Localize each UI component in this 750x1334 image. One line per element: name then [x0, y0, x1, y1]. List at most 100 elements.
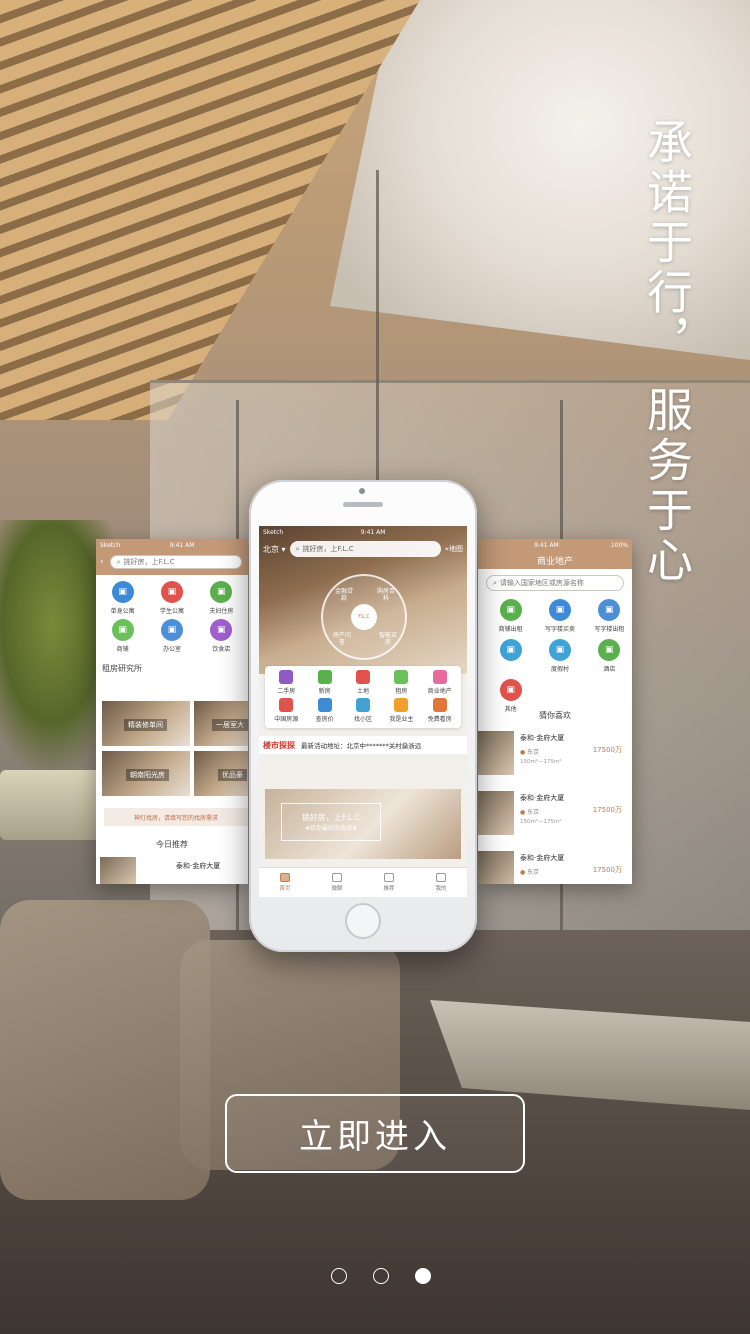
- tab-item[interactable]: 推荐: [363, 868, 415, 897]
- listing-photo: 优品豪: [194, 751, 248, 796]
- category-item[interactable]: ▣ 学生公寓: [149, 581, 194, 615]
- search-input: ⌕ 挑好房，上F.L.C: [109, 555, 242, 569]
- menu-icon: [432, 698, 447, 712]
- menu-icon: [394, 698, 409, 712]
- menu-item[interactable]: 二手房: [267, 670, 305, 696]
- city-selector[interactable]: 北京 ▾: [263, 544, 286, 555]
- menu-item[interactable]: 土地: [344, 670, 382, 696]
- ring-item[interactable]: 房产问答: [331, 632, 353, 646]
- search-input[interactable]: ⌕ 挑好房，上F.L.C: [289, 541, 442, 557]
- category-icon: ▣: [548, 599, 571, 621]
- menu-icon: [355, 670, 370, 684]
- battery-label: 100%: [610, 541, 628, 549]
- menu-item[interactable]: 中国房源: [267, 698, 305, 724]
- category-item[interactable]: ▣: [488, 639, 533, 673]
- category-item[interactable]: ▣ 商铺出租: [488, 599, 533, 633]
- tip-bar: 神灯找房，请填写您的找房需求: [104, 808, 248, 826]
- news-text: 最新活动地址：北京中*******关村燊浙远: [301, 742, 422, 750]
- menu-icon: [355, 698, 370, 712]
- tab-item[interactable]: 微聊: [311, 868, 363, 897]
- search-icon: ⌕: [493, 578, 497, 587]
- ring-item[interactable]: 智能买房: [377, 632, 399, 646]
- menu-item[interactable]: 商业地产: [421, 670, 459, 696]
- category-icon: ▣: [160, 619, 183, 641]
- category-icon: ▣: [499, 599, 522, 621]
- status-bar: Sketch 9:41 AM: [96, 539, 248, 551]
- status-bar: Sketch 9:41 AM: [263, 528, 386, 536]
- recommend-title: 今日推荐: [156, 840, 188, 849]
- category-icon: ▣: [499, 639, 522, 661]
- news-ticker[interactable]: 楼市探探 最新活动地址：北京中*******关村燊浙远: [259, 736, 467, 754]
- ring-item[interactable]: 金融贷款: [333, 588, 355, 602]
- logo: F.L.C: [351, 604, 377, 630]
- listing-item[interactable]: 泰和·金府大厦 ● 东京 150m²—175m² 17500万: [478, 727, 632, 779]
- category-item[interactable]: ▣ 写字楼出租: [587, 599, 632, 633]
- news-tag: 楼市探探: [263, 740, 295, 750]
- search-input: ⌕ 请输入国家地区或房源名称: [486, 575, 624, 591]
- listing-item[interactable]: 泰和·金府大厦 ● 东京 17500万: [478, 847, 632, 884]
- category-item[interactable]: ▣ 度假村: [537, 639, 582, 673]
- listing-thumb: [478, 731, 514, 775]
- left-preview-screen: Sketch 9:41 AM ‹ ⌕ 挑好房，上F.L.C ▣ 单身公寓 ▣ 学生公寓…: [96, 539, 248, 884]
- menu-item[interactable]: 找小区: [344, 698, 382, 724]
- menu-icon: [279, 698, 294, 712]
- listing-location: ● 东京: [520, 809, 540, 816]
- heart-icon: [384, 873, 394, 882]
- category-icon: ▣: [111, 619, 134, 641]
- menu-icon: [394, 670, 409, 684]
- status-time: 9:41 AM: [534, 541, 559, 549]
- listing-price: 17500万: [592, 806, 622, 814]
- section-title: 租房研究所: [102, 664, 142, 673]
- menu-icon: [279, 670, 294, 684]
- menu-item[interactable]: 租房: [382, 670, 420, 696]
- page-dot[interactable]: [415, 1268, 431, 1284]
- phone-screen: Sketch 9:41 AM 北京 ▾ ⌕ 挑好房，上F.L.C ⌖地图 F.L…: [259, 526, 467, 897]
- page-dot[interactable]: [331, 1268, 347, 1284]
- carrier-label: Sketch: [100, 541, 121, 549]
- guess-title: 猜你喜欢: [539, 711, 571, 720]
- search-icon: ⌕: [116, 557, 121, 566]
- page-dot[interactable]: [373, 1268, 389, 1284]
- home-button: [345, 903, 381, 939]
- right-preview-screen: 9:41 AM 100% 商业地产 ⌕ 请输入国家地区或房源名称 ▣ 商铺出租 ▣ 写…: [478, 539, 632, 884]
- category-item[interactable]: ▣ 其他: [488, 679, 533, 713]
- menu-item[interactable]: 我是业主: [382, 698, 420, 724]
- category-item[interactable]: ▣ 单身公寓: [100, 581, 145, 615]
- tab-bar: 首页 微聊 推荐 我的: [259, 867, 467, 897]
- slogan-line-1: 承诺于行，: [640, 118, 694, 368]
- status-bar: 9:41 AM 100%: [478, 539, 632, 551]
- category-item[interactable]: ▣ 商铺: [100, 619, 145, 653]
- main-menu: 二手房 新房 土地 租房 商业地产中国房源 查房价 找小区 我是业主 免费看房: [265, 666, 461, 728]
- category-item[interactable]: ▣ 夫妇住房: [199, 581, 244, 615]
- listing-price: 17500万: [592, 866, 622, 874]
- menu-item[interactable]: 查房价: [305, 698, 343, 724]
- enter-button[interactable]: 立即进入: [225, 1094, 525, 1173]
- listing-photo: 朝南阳光房: [102, 751, 190, 796]
- ring-item[interactable]: 购房百科: [375, 588, 397, 602]
- promo-banner[interactable]: 挑好房，上F.L.C #给你最好的选择#: [265, 789, 461, 859]
- category-item[interactable]: ▣ 写字楼买卖: [537, 599, 582, 633]
- menu-item[interactable]: 免费看房: [421, 698, 459, 724]
- service-ring: F.L.C 金融贷款 购房百科 房产问答 智能买房: [321, 574, 407, 660]
- map-button[interactable]: ⌖地图: [445, 544, 463, 554]
- category-item[interactable]: ▣ 酒店: [587, 639, 632, 673]
- listing-thumb: [478, 791, 514, 835]
- tab-item[interactable]: 首页: [259, 868, 311, 897]
- listing-item[interactable]: 泰和·金府大厦 ● 东京 150m²—175m² 17500万: [478, 787, 632, 839]
- speaker: [343, 502, 383, 507]
- category-icon: ▣: [160, 581, 183, 603]
- listing-price: 17500万: [592, 746, 622, 754]
- hero-image: Sketch 9:41 AM 北京 ▾ ⌕ 挑好房，上F.L.C ⌖地图 F.L…: [259, 526, 467, 674]
- category-icon: ▣: [548, 639, 571, 661]
- category-item[interactable]: ▣ 办公室: [149, 619, 194, 653]
- menu-item[interactable]: 新房: [305, 670, 343, 696]
- user-icon: [436, 873, 446, 882]
- tab-item[interactable]: 我的: [415, 868, 467, 897]
- category-grid: ▣ 商铺出租 ▣ 写字楼买卖 ▣ 写字楼出租 ▣ ▣ 度假村 ▣ 酒店 ▣ 其他: [478, 597, 632, 713]
- listing-title: 泰和·金府大厦: [520, 794, 565, 802]
- listing-area: 150m²—175m²: [520, 759, 562, 765]
- menu-icon: [317, 698, 332, 712]
- category-item[interactable]: ▣ 饮食店: [199, 619, 244, 653]
- page-title: 商业地产: [478, 551, 632, 569]
- recommend-item: 泰和·金府大厦: [176, 862, 221, 870]
